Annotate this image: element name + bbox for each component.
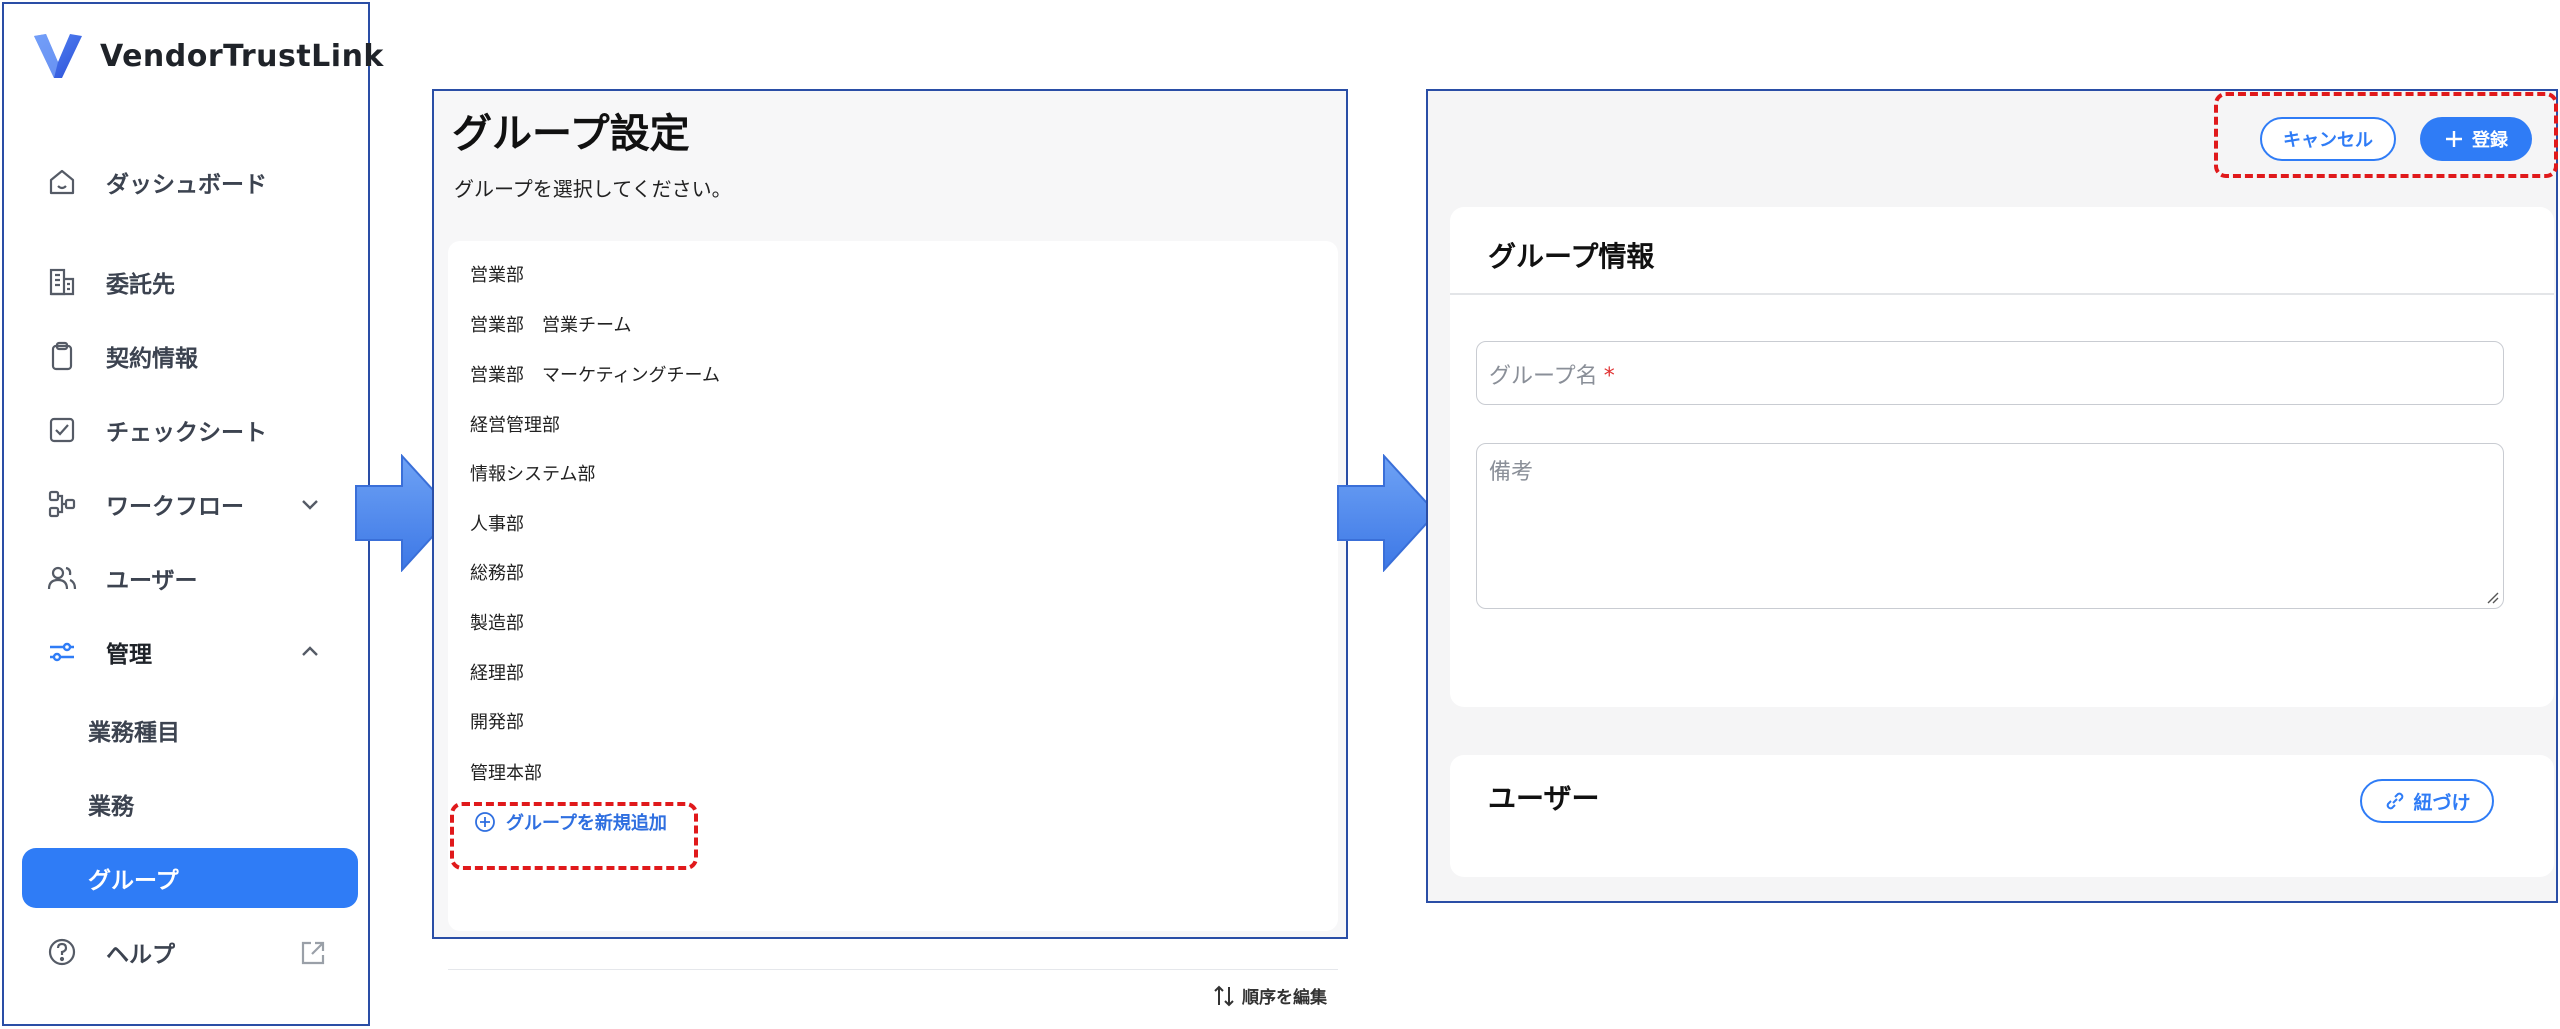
section-title: グループ情報	[1488, 240, 1655, 273]
group-list-item[interactable]: 管理本部	[470, 759, 542, 785]
highlight-add-group	[450, 802, 698, 870]
group-list-item[interactable]: 営業部 営業チーム	[470, 311, 631, 337]
chevron-down-icon[interactable]	[298, 492, 322, 516]
building-icon	[49, 268, 75, 296]
link-users-button[interactable]: 紐づけ	[2360, 779, 2494, 823]
sidebar: VendorTrustLink ダッシュボード 委託先 契約情報 チェックシート…	[2, 2, 383, 1026]
group-name-placeholder: グループ名 *	[1489, 364, 1615, 389]
chevron-up-icon[interactable]	[298, 640, 322, 664]
help-icon	[48, 938, 76, 966]
link-icon	[2387, 792, 2404, 810]
app-name: VendorTrustLink	[100, 38, 384, 74]
sidebar-subitem-business[interactable]: 業務	[22, 774, 358, 834]
required-mark: *	[1603, 364, 1615, 389]
group-list-item[interactable]: 営業部	[470, 261, 524, 287]
sidebar-item-checksheets[interactable]: チェックシート	[4, 400, 368, 460]
group-info-card: グループ情報 グループ名 * 備考	[1450, 207, 2554, 707]
sidebar-subitem-business-type[interactable]: 業務種目	[22, 700, 358, 760]
sidebar-subitem-group[interactable]: グループ	[22, 848, 358, 908]
resize-handle-icon[interactable]	[2485, 590, 2499, 604]
external-link-icon	[301, 941, 325, 965]
checkbox-icon	[49, 417, 75, 443]
users-card: ユーザー 紐づけ	[1450, 755, 2554, 877]
flow-arrow-right-icon	[1337, 454, 1438, 572]
clipboard-icon	[51, 341, 73, 371]
group-list-item[interactable]: 人事部	[470, 510, 524, 536]
group-list-item[interactable]: 経営管理部	[470, 411, 560, 437]
divider	[448, 969, 1338, 970]
page-subtitle: グループを選択してください。	[454, 177, 732, 201]
highlight-form-actions	[2214, 92, 2558, 178]
home-icon	[49, 169, 75, 195]
sidebar-item-workflow[interactable]: ワークフロー	[4, 474, 368, 534]
group-list-item[interactable]: 開発部	[470, 708, 524, 734]
app-logo[interactable]: VendorTrustLink	[32, 32, 384, 80]
note-textarea[interactable]: 備考	[1476, 443, 2504, 609]
page-title: グループ設定	[452, 111, 690, 157]
sidebar-item-users[interactable]: ユーザー	[4, 548, 368, 608]
divider	[1450, 293, 2554, 295]
sidebar-item-vendors[interactable]: 委託先	[4, 252, 368, 312]
group-form-panel: キャンセル 登録 グループ情報 グループ名 * 備考 ユーザー 紐づけ	[1426, 89, 2558, 903]
sliders-icon	[50, 642, 74, 662]
section-title: ユーザー	[1488, 782, 1600, 815]
sidebar-item-contracts[interactable]: 契約情報	[4, 326, 368, 386]
sidebar-item-admin[interactable]: 管理	[4, 622, 368, 682]
sidebar-item-help[interactable]: ヘルプ	[4, 922, 368, 982]
group-list-item[interactable]: 製造部	[470, 609, 524, 635]
sort-arrows-icon	[1214, 985, 1234, 1006]
group-list-item[interactable]: 営業部 マーケティングチーム	[470, 361, 720, 387]
group-name-field[interactable]: グループ名 *	[1476, 341, 2504, 405]
users-icon	[47, 566, 77, 590]
logo-icon	[34, 34, 82, 78]
reorder-button[interactable]: 順序を編集	[1212, 983, 1327, 1008]
workflow-icon	[48, 490, 76, 518]
group-list-item[interactable]: 総務部	[470, 559, 524, 585]
group-list-item[interactable]: 情報システム部	[470, 460, 595, 486]
sidebar-item-dashboard[interactable]: ダッシュボード	[4, 152, 368, 212]
group-list-item[interactable]: 経理部	[470, 659, 524, 685]
note-placeholder: 備考	[1489, 460, 1534, 485]
